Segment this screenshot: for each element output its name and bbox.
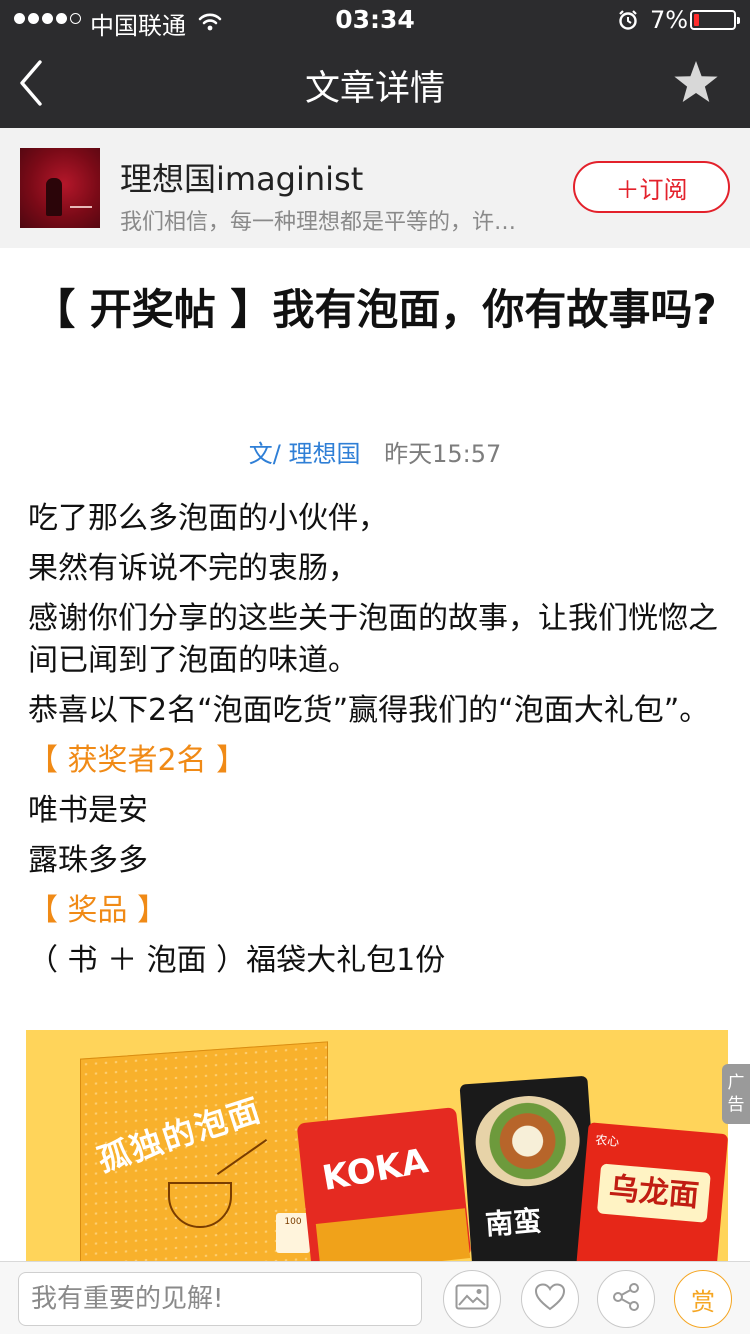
page-title: 文章详情 bbox=[304, 69, 445, 109]
reward-button[interactable]: 赏 bbox=[674, 1270, 732, 1328]
section-heading-winners: 【 获奖者2名 】 bbox=[28, 743, 247, 778]
bottom-action-bar: 赏 bbox=[0, 1261, 750, 1334]
pack2-text: 南蛮 bbox=[484, 1204, 543, 1242]
paragraph: 感谢你们分享的这些关于泡面的故事，让我们恍惚之间已闻到了泡面的味道。 bbox=[28, 601, 718, 678]
ad-label[interactable]: 广告 bbox=[722, 1064, 750, 1124]
pack3-brand: 农心 bbox=[594, 1132, 620, 1149]
star-icon[interactable] bbox=[672, 58, 720, 106]
paragraph: 果然有诉说不完的衷肠， bbox=[28, 551, 358, 586]
section-heading-prize: 【 奖品 】 bbox=[28, 893, 168, 928]
status-bar: 中国联通 03:34 7% bbox=[0, 0, 750, 40]
share-button[interactable] bbox=[597, 1270, 655, 1328]
paragraph: 吃了那么多泡面的小伙伴， bbox=[28, 501, 388, 536]
top-bar: 中国联通 03:34 7% 文章详情 bbox=[0, 0, 750, 128]
image-button[interactable] bbox=[443, 1270, 501, 1328]
account-name[interactable]: 理想国imaginist bbox=[120, 154, 363, 200]
battery-icon bbox=[690, 10, 740, 30]
avatar[interactable] bbox=[20, 148, 100, 228]
noodle-pack-udon: 农心 乌龙面 bbox=[575, 1122, 728, 1261]
image-icon bbox=[455, 1284, 489, 1314]
book-badge: 100 bbox=[276, 1213, 310, 1253]
comment-input[interactable] bbox=[18, 1272, 422, 1326]
account-description: 我们相信，每一种理想都是平等的，许… bbox=[120, 210, 517, 235]
publish-time: 昨天15:57 bbox=[384, 440, 502, 468]
article-meta: 文/ 理想国 昨天15:57 bbox=[0, 434, 750, 469]
battery-percent: 7% bbox=[650, 6, 689, 34]
subscribe-button[interactable]: ＋订阅 bbox=[573, 161, 730, 213]
prize-description: （ 书 ＋ 泡面 ）福袋大礼包1份 bbox=[28, 943, 446, 978]
winner-name: 唯书是安 bbox=[28, 793, 148, 828]
alarm-icon bbox=[617, 9, 639, 37]
winner-name: 露珠多多 bbox=[28, 843, 148, 878]
prize-image[interactable]: 孤独的泡面 100 KOKA 南蛮 农心 乌龙面 bbox=[26, 1030, 728, 1261]
article-title: 【 开奖帖 】我有泡面，你有故事吗? bbox=[33, 285, 717, 334]
article-body: 吃了那么多泡面的小伙伴， 果然有诉说不完的衷肠， 感谢你们分享的这些关于泡面的故… bbox=[28, 498, 722, 990]
pack3-text: 乌龙面 bbox=[596, 1163, 711, 1223]
like-button[interactable] bbox=[521, 1270, 579, 1328]
heart-icon bbox=[534, 1283, 566, 1315]
author-link[interactable]: 文/ 理想国 bbox=[249, 440, 361, 468]
paragraph: 恭喜以下2名“泡面吃货”赢得我们的“泡面大礼包”。 bbox=[28, 693, 710, 728]
share-icon bbox=[611, 1282, 641, 1316]
